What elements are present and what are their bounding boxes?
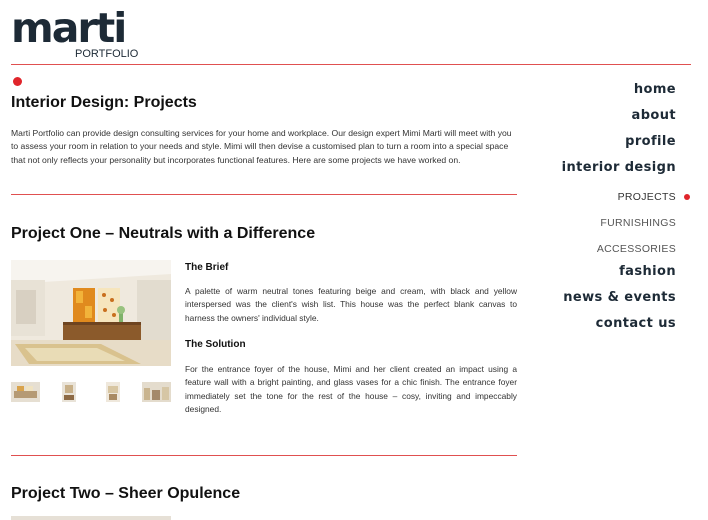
project-one-title: Project One – Neutrals with a Difference xyxy=(11,225,316,242)
intro-paragraph: Marti Portfolio can provide design consu… xyxy=(11,128,512,165)
section-divider xyxy=(11,455,517,456)
nav-sub-accessories[interactable]: ACCESSORIES xyxy=(562,236,676,262)
section-divider xyxy=(11,194,517,195)
thumbnail-image xyxy=(62,382,76,402)
nav-news-events[interactable]: news & events xyxy=(562,288,676,314)
nav-about[interactable]: about xyxy=(562,106,676,132)
project-two-title: Project Two – Sheer Opulence xyxy=(11,485,241,502)
project-one-thumbnail[interactable] xyxy=(142,382,171,402)
project-one-thumbnail[interactable] xyxy=(62,382,76,402)
page-title: Interior Design: Projects xyxy=(11,94,197,111)
solution-text: For the entrance foyer of the house, Mim… xyxy=(185,364,517,414)
project-one-thumbnail[interactable] xyxy=(106,382,120,402)
nav-sub-projects[interactable]: PROJECTS xyxy=(562,184,690,210)
nav-profile[interactable]: profile xyxy=(562,132,676,158)
header-divider xyxy=(11,64,691,65)
nav-fashion[interactable]: fashion xyxy=(562,262,676,288)
thumbnail-image xyxy=(11,382,40,402)
project-one-main-photo[interactable] xyxy=(11,260,171,366)
room-photo-image xyxy=(11,260,171,366)
project-one-thumbnail[interactable] xyxy=(11,382,40,402)
site-logo[interactable]: marti PORTFOLIO xyxy=(11,6,139,86)
logo-dot xyxy=(13,77,22,86)
thumbnail-image xyxy=(142,382,171,402)
thumbnail-image xyxy=(106,382,120,402)
nav-interior-design[interactable]: interior design xyxy=(562,158,676,184)
logo-subtitle: PORTFOLIO xyxy=(75,48,139,60)
project-two-photo-edge xyxy=(11,516,171,520)
solution-heading: The Solution xyxy=(185,339,246,350)
main-navigation: home about profile interior design PROJE… xyxy=(562,80,690,340)
nav-sub-furnishings[interactable]: FURNISHINGS xyxy=(562,210,676,236)
nav-contact-us[interactable]: contact us xyxy=(562,314,676,340)
brief-heading: The Brief xyxy=(185,262,229,273)
nav-sub-projects-label: PROJECTS xyxy=(617,191,676,203)
nav-home[interactable]: home xyxy=(562,80,676,106)
brief-text: A palette of warm neutral tones featurin… xyxy=(185,286,517,323)
active-indicator-dot xyxy=(684,194,690,200)
